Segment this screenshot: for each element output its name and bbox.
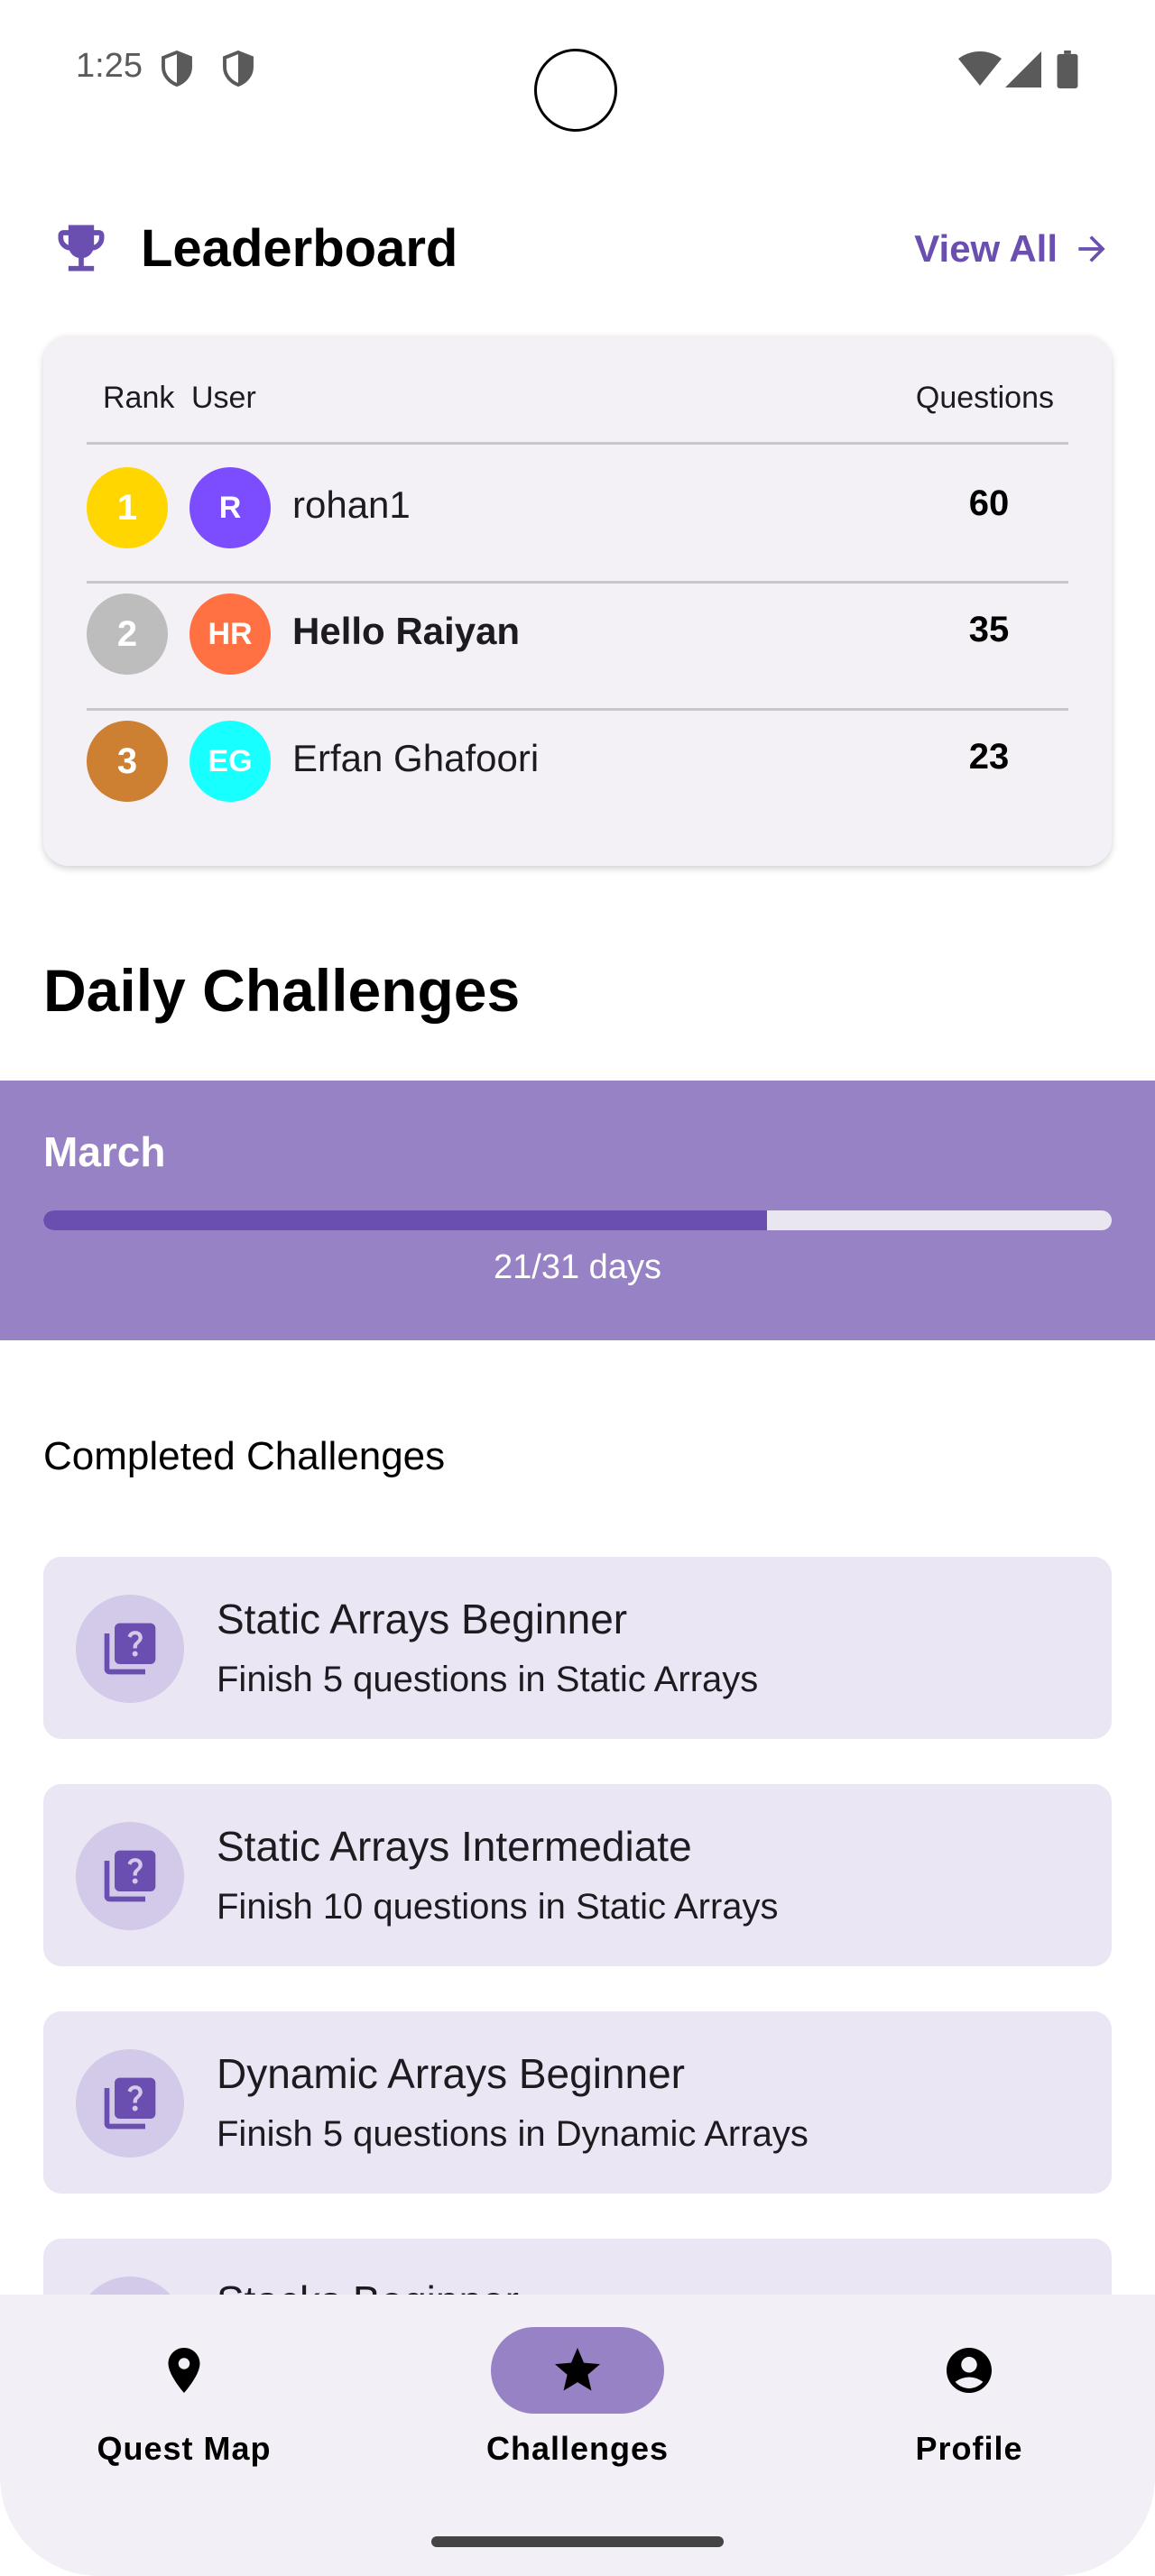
trophy-icon [58,225,105,271]
rank-badge: 3 [87,721,168,802]
shield-icon [162,51,192,87]
nav-icon-container [491,2327,664,2414]
progress-bar [43,1210,1112,1230]
leaderboard-row[interactable]: 3 EG Erfan Ghafoori 23 [87,697,1068,823]
bottom-navigation: Quest Map Challenges Profile [0,2295,1155,2576]
nav-item-quest-map[interactable]: Quest Map [49,2327,319,2467]
column-header-user: User [191,381,256,415]
question-count: 35 [968,610,1010,649]
nav-label: Quest Map [97,2430,272,2467]
status-time: 1:25 [76,47,143,85]
daily-challenges-title: Daily Challenges [43,957,521,1024]
battery-icon [1057,51,1078,88]
app-screen: 1:25 Leaderboard View All Rank User Ques… [0,0,1155,2576]
user-name: Erfan Ghafoori [292,737,540,779]
user-name: Hello Raiyan [292,610,521,652]
challenge-card[interactable]: Static Arrays Beginner Finish 5 question… [43,1557,1112,1739]
challenge-description: Finish 5 questions in Static Arrays [217,1660,759,1699]
month-label: March [43,1128,166,1175]
view-all-label: View All [914,227,1058,270]
quiz-icon-container [76,1595,184,1703]
nav-label: Challenges [485,2430,670,2467]
progress-text: 21/31 days [494,1248,661,1286]
quiz-icon-container [76,1822,184,1930]
challenge-title: Static Arrays Beginner [217,1596,628,1642]
avatar: R [189,467,271,548]
wifi-icon [958,51,1002,86]
quiz-icon [104,2077,156,2130]
challenge-title: Static Arrays Intermediate [217,1823,692,1870]
nav-icon-container [882,2327,1056,2414]
leaderboard-card: Rank User Questions 1 R rohan1 60 2 HR H… [43,336,1112,866]
signal-icon [1005,51,1041,87]
avatar: EG [189,721,271,802]
leaderboard-title: Leaderboard [141,219,458,278]
quiz-icon-container [76,2049,184,2157]
user-name: rohan1 [292,483,411,526]
avatar: HR [189,593,271,675]
arrow-forward-icon [1078,235,1105,262]
question-count: 23 [968,737,1010,777]
challenge-card[interactable]: Dynamic Arrays Beginner Finish 5 questio… [43,2011,1112,2194]
star-icon [555,2348,600,2391]
leaderboard-column-headers: Rank User Questions [87,381,1068,417]
nav-item-challenges[interactable]: Challenges [442,2327,713,2467]
nav-label: Profile [915,2430,1023,2467]
status-bar: 1:25 [0,0,1155,135]
quiz-icon [104,1850,156,1902]
camera-cutout [534,49,617,132]
column-header-rank: Rank [103,381,175,415]
rank-badge: 1 [87,467,168,548]
shield-icon [223,51,254,87]
month-progress-banner: March 21/31 days [0,1081,1155,1340]
challenge-description: Finish 10 questions in Static Arrays [217,1887,779,1927]
rank-badge: 2 [87,593,168,675]
nav-item-profile[interactable]: Profile [834,2327,1104,2467]
column-header-questions: Questions [915,381,1054,415]
location-pin-icon [168,2348,200,2393]
leaderboard-row[interactable]: 2 HR Hello Raiyan 35 [87,570,1068,696]
view-all-button[interactable]: View All [914,224,1112,274]
progress-fill [43,1210,768,1230]
leaderboard-header: Leaderboard View All [43,213,1112,285]
account-circle-icon [947,2348,992,2393]
challenge-title: Dynamic Arrays Beginner [217,2050,685,2097]
leaderboard-row[interactable]: 1 R rohan1 60 [87,444,1068,570]
nav-icon-container [97,2327,271,2414]
question-count: 60 [968,483,1010,523]
quiz-icon [104,1623,156,1675]
completed-challenges-label: Completed Challenges [43,1434,446,1478]
challenge-card[interactable]: Static Arrays Intermediate Finish 10 que… [43,1784,1112,1966]
challenge-description: Finish 5 questions in Dynamic Arrays [217,2114,808,2154]
home-indicator[interactable] [431,2536,724,2547]
